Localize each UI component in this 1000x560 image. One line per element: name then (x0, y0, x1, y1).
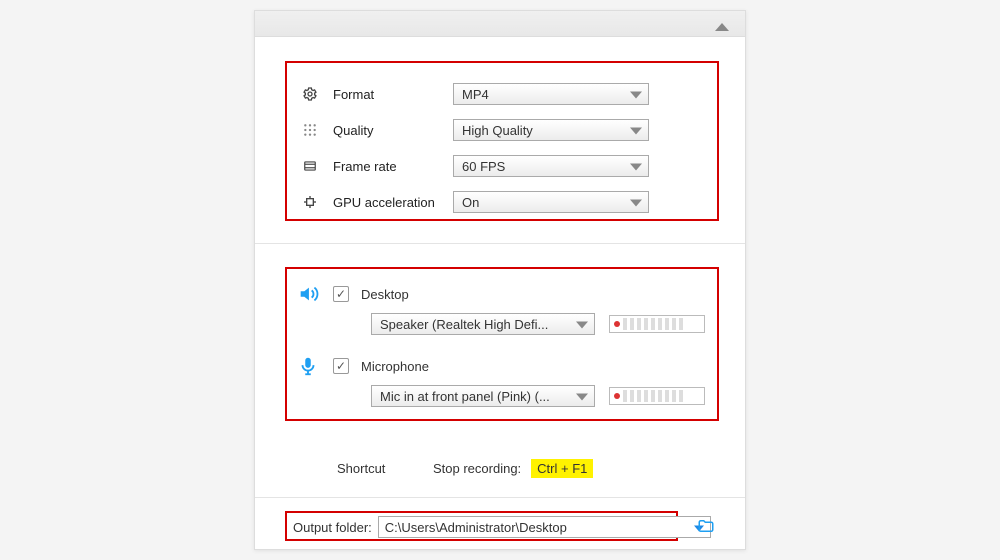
framerate-row: Frame rate 60 FPS (301, 155, 649, 177)
gpu-select[interactable]: On (453, 191, 649, 213)
settings-panel: Format MP4 Quality High Quality Frame ra… (254, 10, 746, 550)
shortcut-row: Shortcut Stop recording: Ctrl + F1 (337, 459, 717, 478)
chevron-down-icon (630, 123, 642, 138)
desktop-device-row: Speaker (Realtek High Defi... (371, 313, 705, 335)
microphone-row: ✓ Microphone (297, 355, 429, 377)
microphone-icon (297, 355, 319, 377)
desktop-device-select[interactable]: Speaker (Realtek High Defi... (371, 313, 595, 335)
quality-label: Quality (333, 123, 453, 138)
collapse-icon[interactable] (715, 19, 729, 34)
panel-header (255, 11, 745, 37)
microphone-label: Microphone (361, 359, 429, 374)
microphone-checkbox[interactable]: ✓ (333, 358, 349, 374)
shortcut-label: Shortcut (337, 461, 433, 476)
output-folder-label: Output folder: (293, 520, 372, 535)
film-icon (301, 157, 319, 175)
browse-folder-button[interactable] (695, 517, 717, 535)
desktop-audio-label: Desktop (361, 287, 409, 302)
quality-select[interactable]: High Quality (453, 119, 649, 141)
desktop-audio-row: ✓ Desktop (297, 283, 409, 305)
gear-icon (301, 85, 319, 103)
gpu-label: GPU acceleration (333, 195, 453, 210)
quality-row: Quality High Quality (301, 119, 649, 141)
speaker-icon (297, 283, 319, 305)
chevron-down-icon (630, 87, 642, 102)
chevron-down-icon (576, 389, 588, 404)
output-folder-row: Output folder: C:\Users\Administrator\De… (293, 516, 711, 538)
format-select[interactable]: MP4 (453, 83, 649, 105)
divider (255, 497, 745, 498)
desktop-audio-meter (609, 315, 705, 333)
mic-device-row: Mic in at front panel (Pink) (... (371, 385, 705, 407)
framerate-select[interactable]: 60 FPS (453, 155, 649, 177)
framerate-label: Frame rate (333, 159, 453, 174)
desktop-audio-checkbox[interactable]: ✓ (333, 286, 349, 302)
mic-device-select[interactable]: Mic in at front panel (Pink) (... (371, 385, 595, 407)
chevron-down-icon (576, 317, 588, 332)
output-folder-input[interactable]: C:\Users\Administrator\Desktop (378, 516, 711, 538)
mic-audio-meter (609, 387, 705, 405)
shortcut-key: Ctrl + F1 (531, 459, 593, 478)
chevron-down-icon (630, 159, 642, 174)
chevron-down-icon (630, 195, 642, 210)
quality-icon (301, 121, 319, 139)
format-label: Format (333, 87, 453, 102)
shortcut-action: Stop recording: (433, 461, 521, 476)
format-row: Format MP4 (301, 83, 649, 105)
divider (255, 243, 745, 244)
gpu-row: GPU acceleration On (301, 191, 649, 213)
chip-icon (301, 193, 319, 211)
